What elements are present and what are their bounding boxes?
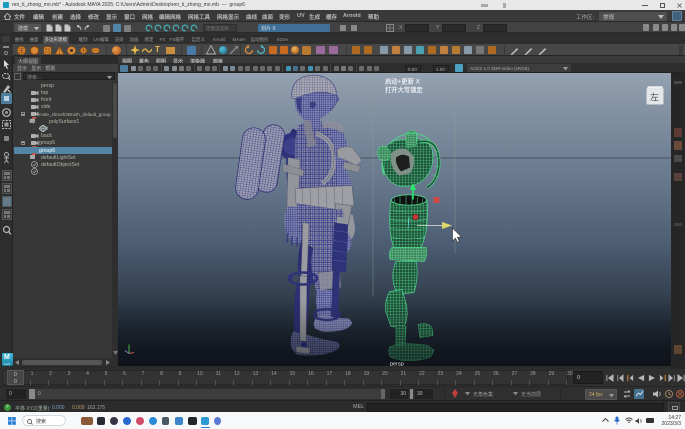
svg-text:左: 左 bbox=[650, 91, 659, 102]
svg-text:打开大写锁定: 打开大写锁定 bbox=[385, 85, 423, 94]
svg-text:启动+更新 X: 启动+更新 X bbox=[385, 76, 421, 85]
